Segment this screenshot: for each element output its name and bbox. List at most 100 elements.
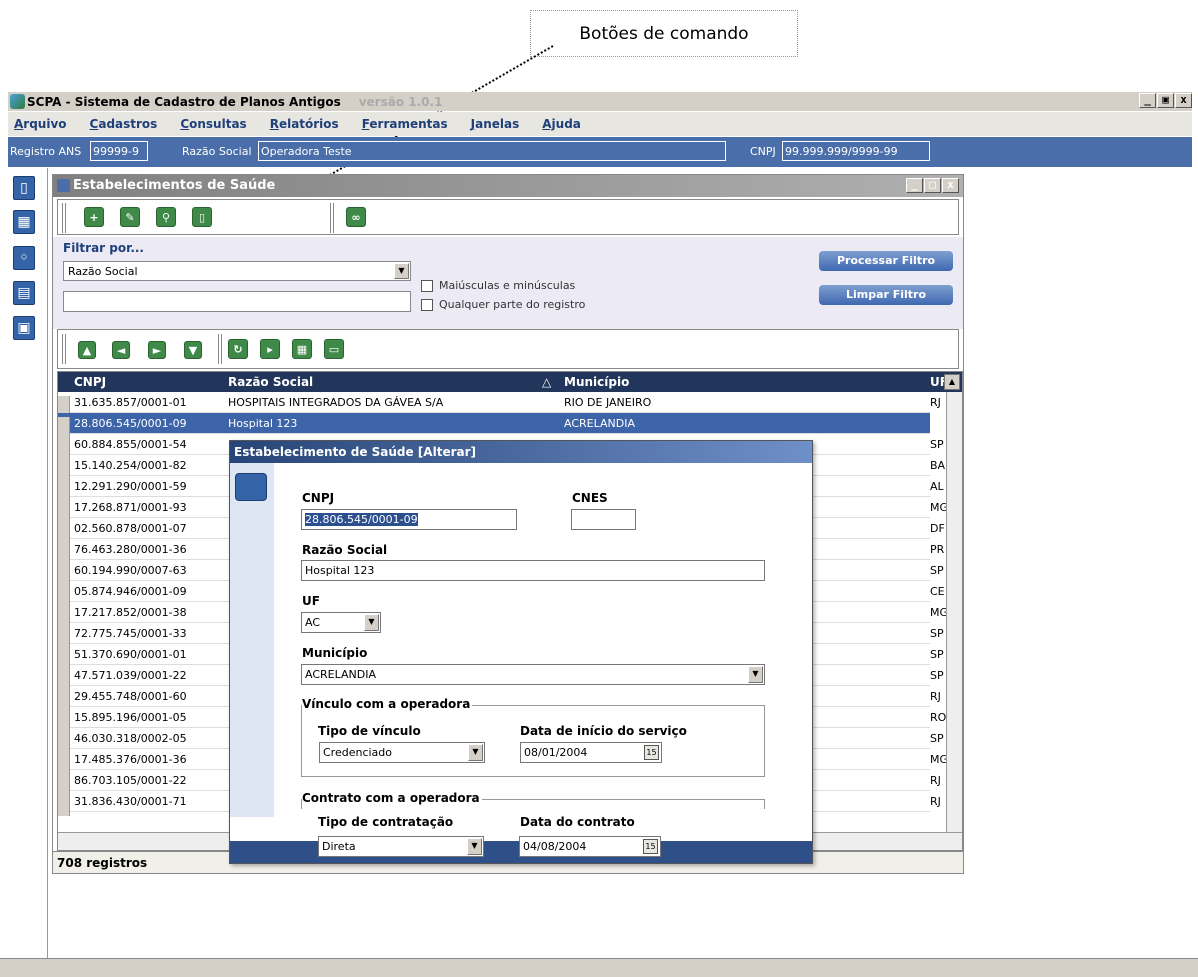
previous-record-icon[interactable]: ◄ bbox=[112, 341, 130, 359]
filter-panel: Filtrar por... Razão Social ▼ Maiúsculas… bbox=[53, 237, 963, 329]
chevron-down-icon: ▼ bbox=[394, 263, 409, 279]
menu-arquivo[interactable]: Arquivo bbox=[14, 117, 67, 131]
razao-field: Operadora Teste bbox=[258, 141, 726, 161]
cell-razao: Hospital 123 bbox=[228, 417, 298, 430]
vinculo-group: Vínculo com a operadora Tipo de vínculo … bbox=[301, 697, 765, 777]
restore-button[interactable]: ▣ bbox=[1157, 93, 1174, 108]
data-contrato-input[interactable]: 04/08/2004 15 bbox=[519, 836, 661, 857]
municipio-select[interactable]: ACRELANDIA ▼ bbox=[301, 664, 765, 685]
filter-text-input[interactable] bbox=[63, 291, 411, 312]
menu-relatorios[interactable]: Relatórios bbox=[270, 117, 339, 131]
child-maximize-button[interactable]: □ bbox=[924, 178, 941, 193]
grid-header: CNPJ Razão Social △ Município UF ▲ bbox=[58, 372, 962, 392]
menu-cadastros[interactable]: Cadastros bbox=[90, 117, 158, 131]
cnpj-label: CNPJ bbox=[750, 145, 776, 158]
tipo-vinculo-select[interactable]: Credenciado ▼ bbox=[319, 742, 485, 763]
toolbar-separator bbox=[62, 334, 66, 364]
excel-export-icon[interactable]: ▦ bbox=[292, 339, 312, 359]
clear-filter-button[interactable]: Limpar Filtro bbox=[819, 285, 953, 305]
first-record-icon[interactable]: ▲ bbox=[78, 341, 96, 359]
chevron-down-icon: ▼ bbox=[748, 666, 763, 683]
process-filter-button[interactable]: Processar Filtro bbox=[819, 251, 953, 271]
header-municipio[interactable]: Município bbox=[564, 375, 629, 389]
cell-cnpj: 17.268.871/0001-93 bbox=[74, 501, 187, 514]
hospital-icon bbox=[57, 179, 70, 192]
cell-cnpj: 31.635.857/0001-01 bbox=[74, 396, 187, 409]
cell-cnpj: 29.455.748/0001-60 bbox=[74, 690, 187, 703]
cnes-input[interactable] bbox=[571, 509, 636, 530]
app-icon bbox=[10, 94, 25, 109]
last-record-icon[interactable]: ▼ bbox=[184, 341, 202, 359]
tipo-contratacao-select[interactable]: Direta ▼ bbox=[318, 836, 484, 857]
edit-establishment-dialog: Estabelecimento de Saúde [Alterar] CNPJ … bbox=[229, 440, 813, 864]
pages-icon[interactable]: ▯ bbox=[13, 176, 35, 200]
chevron-down-icon: ▼ bbox=[364, 614, 379, 631]
tipo-vinculo-label: Tipo de vínculo bbox=[318, 724, 421, 738]
calendar-icon[interactable]: 15 bbox=[643, 839, 658, 854]
menu-janelas[interactable]: Janelas bbox=[471, 117, 520, 131]
calendar-icon[interactable]: 15 bbox=[644, 745, 659, 760]
data-inicio-input[interactable]: 08/01/2004 15 bbox=[520, 742, 662, 763]
document-icon[interactable]: ▤ bbox=[13, 281, 35, 305]
table-row[interactable]: 31.635.857/0001-01 HOSPITAIS INTEGRADOS D… bbox=[58, 392, 941, 417]
minimize-button[interactable]: _ bbox=[1139, 93, 1156, 108]
delete-icon[interactable]: ▯ bbox=[192, 207, 212, 227]
building-icon[interactable]: ▦ bbox=[13, 210, 35, 234]
edit-record-icon[interactable]: ✎ bbox=[120, 207, 140, 227]
left-toolbar: ▯ ▦ ◦ ▤ ▣ bbox=[8, 168, 48, 977]
anypart-checkbox[interactable]: Qualquer parte do registro bbox=[421, 298, 585, 311]
menubar: Arquivo Cadastros Consultas Relatórios F… bbox=[8, 112, 1192, 136]
app-titlebar: SCPA - Sistema de Cadastro de Planos Ant… bbox=[8, 92, 1192, 111]
registro-field: 99999-9 bbox=[90, 141, 148, 161]
export-icon[interactable]: ▣ bbox=[13, 316, 35, 340]
select-icon[interactable]: ▸ bbox=[260, 339, 280, 359]
menu-ajuda[interactable]: Ajuda bbox=[542, 117, 581, 131]
cnpj-label: CNPJ bbox=[302, 491, 335, 505]
cell-cnpj: 15.140.254/0001-82 bbox=[74, 459, 187, 472]
next-record-icon[interactable]: ► bbox=[148, 341, 166, 359]
cell-cnpj: 46.030.318/0002-05 bbox=[74, 732, 187, 745]
contrato-group: Contrato com a operadora bbox=[301, 791, 765, 809]
network-icon[interactable]: ◦ bbox=[13, 246, 35, 270]
cell-cnpj: 47.571.039/0001-22 bbox=[74, 669, 187, 682]
refresh-icon[interactable]: ↻ bbox=[228, 339, 248, 359]
cnes-label: CNES bbox=[572, 491, 608, 505]
registro-label: Registro ANS bbox=[10, 145, 82, 158]
row-indicator bbox=[58, 795, 70, 816]
cell-municipio: RIO DE JANEIRO bbox=[564, 396, 652, 409]
toolbar-separator bbox=[218, 334, 222, 364]
chevron-down-icon: ▼ bbox=[467, 838, 482, 855]
hospital-icon bbox=[235, 473, 267, 501]
print-icon[interactable]: ▭ bbox=[324, 339, 344, 359]
chevron-down-icon: ▼ bbox=[468, 744, 483, 761]
table-row[interactable]: 28.806.545/0001-09 Hospital 123 ACRELANDIA… bbox=[58, 413, 945, 438]
cell-cnpj: 15.895.196/0001-05 bbox=[74, 711, 187, 724]
child-close-button[interactable]: x bbox=[942, 178, 959, 193]
uf-select[interactable]: AC ▼ bbox=[301, 612, 381, 633]
vertical-scrollbar[interactable] bbox=[946, 392, 962, 832]
cell-cnpj: 51.370.690/0001-01 bbox=[74, 648, 187, 661]
sort-asc-icon: △ bbox=[542, 375, 552, 389]
razao-social-input[interactable]: Hospital 123 bbox=[301, 560, 765, 581]
cnpj-input[interactable]: 28.806.545/0001-09 bbox=[301, 509, 517, 530]
command-toolbar: + ✎ ⚲ ▯ ∞ bbox=[57, 199, 959, 235]
filter-field-select[interactable]: Razão Social ▼ bbox=[63, 261, 411, 281]
case-checkbox[interactable]: Maiúsculas e minúsculas bbox=[421, 279, 575, 292]
scroll-up-icon[interactable]: ▲ bbox=[944, 374, 960, 390]
establishments-title: Estabelecimentos de Saúde _ □ x bbox=[53, 175, 963, 197]
cell-cnpj: 60.884.855/0001-54 bbox=[74, 438, 187, 451]
menu-ferramentas[interactable]: Ferramentas bbox=[362, 117, 448, 131]
cell-cnpj: 31.836.430/0001-71 bbox=[74, 795, 187, 808]
cell-cnpj: 76.463.280/0001-36 bbox=[74, 543, 187, 556]
close-button[interactable]: x bbox=[1175, 93, 1192, 108]
cell-cnpj: 02.560.878/0001-07 bbox=[74, 522, 187, 535]
cell-cnpj: 86.703.105/0001-22 bbox=[74, 774, 187, 787]
menu-consultas[interactable]: Consultas bbox=[180, 117, 246, 131]
cnpj-field: 99.999.999/9999-99 bbox=[782, 141, 930, 161]
add-record-icon[interactable]: + bbox=[84, 207, 104, 227]
header-cnpj[interactable]: CNPJ bbox=[74, 375, 106, 389]
binoculars-icon[interactable]: ∞ bbox=[346, 207, 366, 227]
search-icon[interactable]: ⚲ bbox=[156, 207, 176, 227]
child-minimize-button[interactable]: _ bbox=[906, 178, 923, 193]
header-razao[interactable]: Razão Social bbox=[228, 375, 313, 389]
